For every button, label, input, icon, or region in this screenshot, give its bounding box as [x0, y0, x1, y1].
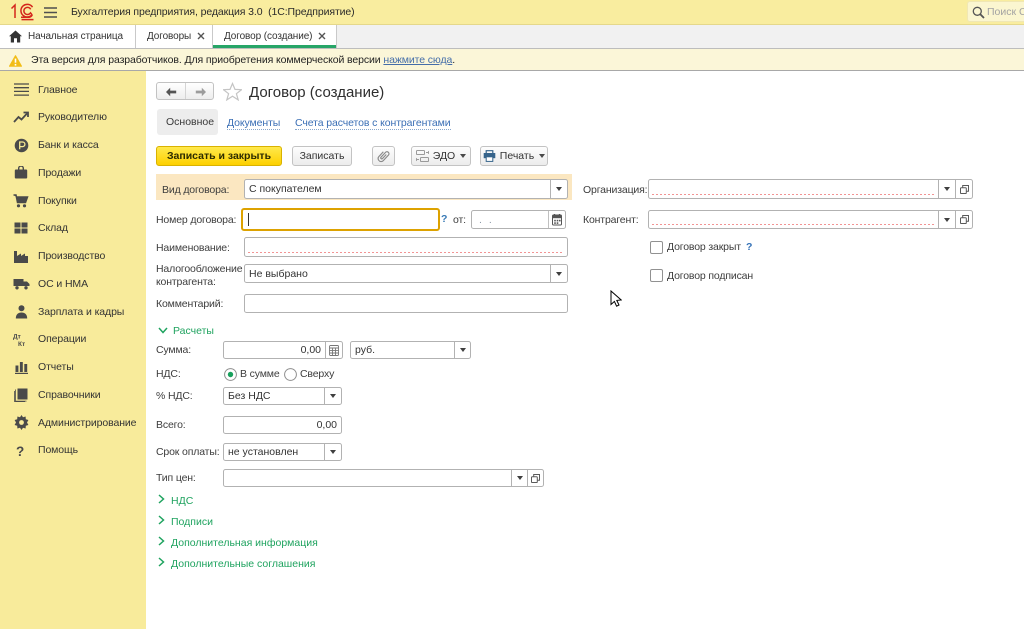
svg-text:Дт: Дт — [13, 333, 21, 340]
svg-text:?: ? — [16, 444, 24, 458]
svg-text:Кт: Кт — [18, 341, 25, 347]
